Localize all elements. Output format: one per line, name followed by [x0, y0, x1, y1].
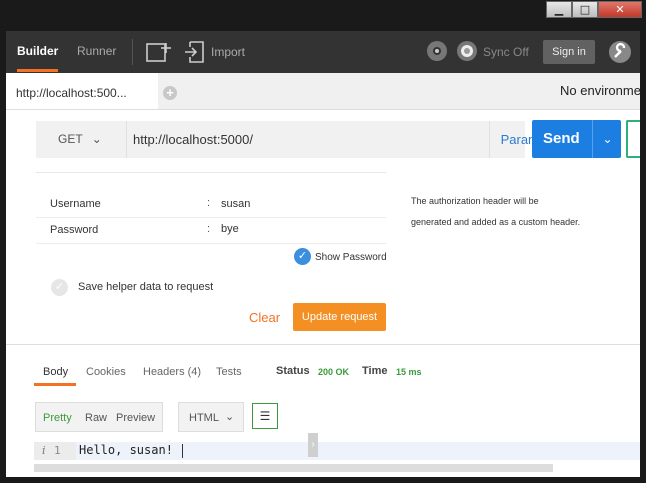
- clear-button[interactable]: Clear: [249, 310, 280, 325]
- show-password-label: Show Password: [315, 252, 387, 263]
- request-tab-bar: http://localhost:500... + No environment: [6, 73, 640, 110]
- environment-selector[interactable]: No environment: [560, 83, 640, 98]
- import-label[interactable]: Import: [211, 45, 245, 59]
- tab-builder[interactable]: Builder: [17, 31, 59, 72]
- window-controls: ▁ □ ✕: [546, 1, 642, 18]
- username-label: Username: [50, 198, 101, 210]
- response-divider: [6, 344, 640, 345]
- method-label: GET: [58, 132, 83, 146]
- format-raw[interactable]: Raw: [85, 412, 107, 424]
- horizontal-scrollbar[interactable]: [34, 464, 553, 472]
- show-password-checkbox[interactable]: ✓: [294, 248, 311, 265]
- language-label: HTML: [189, 412, 219, 424]
- sync-icon[interactable]: [456, 40, 478, 62]
- chevron-down-icon: ⌄: [225, 411, 235, 423]
- response-body-text[interactable]: Hello, susan!: [79, 443, 173, 457]
- settings-icon[interactable]: [608, 40, 632, 64]
- send-label: Send: [543, 130, 580, 147]
- auth-note-line-1: The authorization header will be: [411, 196, 539, 206]
- import-icon[interactable]: [184, 41, 206, 63]
- language-select[interactable]: HTML ⌄: [178, 402, 244, 432]
- text-cursor: [182, 444, 183, 458]
- auth-top-divider: [36, 172, 386, 173]
- method-select[interactable]: GET ⌄: [36, 121, 121, 158]
- row-divider: [36, 217, 386, 218]
- status-label: Status: [276, 365, 310, 377]
- url-input[interactable]: http://localhost:5000/: [126, 121, 488, 158]
- status-value: 200 OK: [318, 367, 350, 377]
- username-colon: :: [207, 197, 211, 209]
- password-field[interactable]: bye: [221, 223, 239, 235]
- split-handle-icon[interactable]: ›: [308, 433, 318, 457]
- tab-runner[interactable]: Runner: [77, 31, 116, 71]
- request-tab-label: http://localhost:500...: [16, 86, 127, 100]
- url-bar: GET ⌄ http://localhost:5000/ Params: [36, 121, 545, 158]
- password-label: Password: [50, 224, 99, 236]
- info-icon: i: [42, 444, 46, 457]
- maximize-button[interactable]: □: [572, 1, 598, 18]
- new-window-icon[interactable]: [146, 41, 172, 63]
- line-number: 1: [54, 444, 61, 457]
- send-button[interactable]: Send ⌄: [532, 120, 621, 158]
- minimize-button[interactable]: ▁: [546, 1, 572, 18]
- username-field[interactable]: susan: [221, 198, 250, 210]
- sign-in-button[interactable]: Sign in: [543, 40, 595, 64]
- row-divider: [36, 243, 386, 244]
- request-tab[interactable]: http://localhost:500...: [6, 73, 158, 109]
- active-tab-indicator: [34, 383, 76, 386]
- save-helper-checkbox[interactable]: ✓: [51, 279, 68, 296]
- format-preview[interactable]: Preview: [116, 412, 155, 424]
- sync-status: Sync Off: [483, 45, 529, 59]
- time-value: 15 ms: [396, 367, 422, 377]
- send-options-chevron-icon[interactable]: ⌄: [592, 120, 622, 158]
- save-button[interactable]: [626, 120, 640, 158]
- tab-body[interactable]: Body: [43, 366, 68, 378]
- chevron-down-icon: ⌄: [91, 132, 102, 146]
- add-tab-icon[interactable]: +: [163, 86, 177, 100]
- time-label: Time: [362, 365, 388, 377]
- auth-note-line-2: generated and added as a custom header.: [411, 217, 581, 227]
- save-helper-label: Save helper data to request: [78, 281, 214, 293]
- update-request-button[interactable]: Update request: [293, 303, 386, 331]
- tab-tests[interactable]: Tests: [216, 366, 242, 378]
- tab-headers[interactable]: Headers (4): [143, 366, 201, 378]
- tab-cookies[interactable]: Cookies: [86, 366, 126, 378]
- top-toolbar: Builder Runner Import Sync Off Sign in: [6, 31, 640, 74]
- format-toggle: Pretty Raw Preview: [35, 402, 163, 432]
- main-panel: http://localhost:500... + No environment…: [6, 73, 640, 477]
- format-pretty[interactable]: Pretty: [43, 412, 72, 424]
- interceptor-icon[interactable]: [426, 40, 448, 62]
- password-colon: :: [207, 223, 211, 235]
- toolbar-divider: [132, 39, 133, 65]
- wrap-lines-icon[interactable]: ☰: [252, 403, 278, 429]
- close-window-button[interactable]: ✕: [598, 1, 642, 18]
